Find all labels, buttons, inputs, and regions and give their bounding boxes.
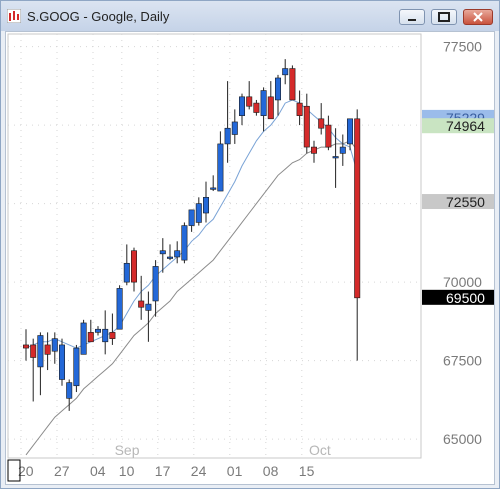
x-tick-label: 17	[155, 463, 171, 479]
candle-body	[203, 197, 210, 214]
candle-body	[246, 96, 253, 107]
candle-body	[102, 328, 109, 343]
candle-body	[174, 250, 181, 258]
candle-body	[80, 322, 87, 355]
title-bar[interactable]: S.GOOG - Google, Daily	[1, 1, 499, 31]
x-tick-label: 10	[119, 463, 135, 479]
candle-body	[123, 262, 130, 283]
x-tick-label: 24	[191, 463, 207, 479]
candle-body	[51, 338, 58, 352]
y-tick-label: 77500	[443, 39, 482, 55]
candle-body	[332, 156, 339, 159]
chart-window: S.GOOG - Google, Daily SepOct77500750007…	[0, 0, 500, 489]
candle-body	[131, 250, 138, 283]
candle-body	[260, 90, 267, 116]
x-tick-label: 08	[263, 463, 279, 479]
candle-body	[152, 266, 159, 302]
candle-body	[66, 382, 73, 399]
candle-body	[346, 118, 353, 145]
candle-body	[239, 96, 246, 116]
candle-body	[181, 225, 188, 261]
x-tick-label: 27	[54, 463, 70, 479]
close-button[interactable]	[463, 9, 493, 25]
candle-body	[188, 209, 195, 226]
candle-body	[37, 335, 44, 368]
candle-body	[318, 118, 325, 129]
candle-body	[224, 127, 231, 145]
month-label: Sep	[115, 442, 140, 458]
candle-body	[116, 288, 123, 330]
price-label-gray: 72550	[446, 194, 485, 210]
window-title: S.GOOG - Google, Daily	[27, 9, 170, 24]
candle-body	[145, 303, 152, 311]
candlestick-chart[interactable]: SepOct7750075000725007000067500650007522…	[6, 32, 494, 484]
candle-body	[30, 344, 37, 358]
price-label-last: 69500	[446, 290, 485, 306]
candle-body	[296, 102, 303, 116]
candle-body	[109, 332, 116, 339]
y-tick-label: 65000	[443, 431, 482, 447]
y-tick-label: 67500	[443, 353, 482, 369]
chart-app-icon	[7, 9, 21, 23]
price-label-green: 74964	[446, 118, 485, 134]
candle-body	[231, 121, 238, 135]
candle-body	[58, 344, 65, 380]
candle-body	[310, 146, 317, 154]
maximize-icon	[438, 12, 450, 22]
candle-body	[87, 332, 94, 343]
candle-body	[95, 328, 102, 333]
candle-body	[167, 256, 174, 259]
candle-body	[303, 105, 310, 148]
candle-body	[73, 347, 80, 387]
candle-body	[44, 344, 51, 355]
candle-body	[274, 77, 281, 101]
x-tick-label: 15	[299, 463, 315, 479]
candle-body	[267, 96, 274, 120]
candle-body	[354, 118, 361, 299]
candle-body	[289, 68, 296, 101]
candle-body	[253, 102, 260, 113]
candle-body	[339, 146, 346, 154]
candle-body	[325, 124, 332, 148]
candle-body	[22, 344, 29, 349]
candle-body	[138, 300, 145, 308]
month-label: Oct	[309, 442, 331, 458]
close-icon	[473, 12, 483, 22]
x-tick-label: 01	[227, 463, 243, 479]
candle-body	[195, 203, 202, 223]
minimize-icon	[408, 19, 416, 21]
candle-body	[282, 68, 289, 76]
x-tick-label: 04	[90, 463, 106, 479]
candle-body	[217, 143, 224, 192]
chart-area[interactable]: SepOct7750075000725007000067500650007522…	[5, 31, 495, 485]
candle-body	[159, 250, 166, 255]
maximize-button[interactable]	[431, 9, 457, 25]
minimize-button[interactable]	[399, 9, 425, 25]
y-tick-label: 70000	[443, 274, 482, 290]
candle-body	[210, 187, 217, 190]
